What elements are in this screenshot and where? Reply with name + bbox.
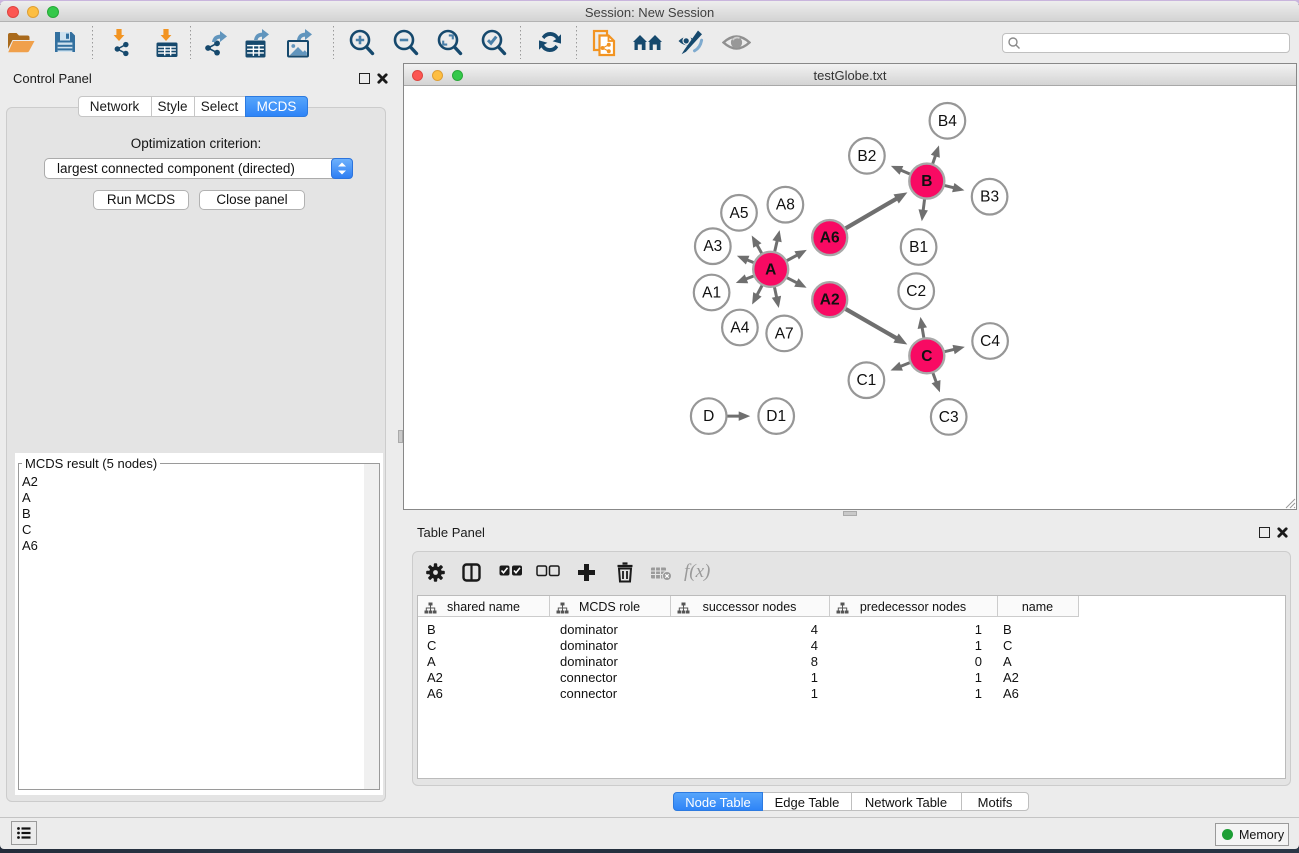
svg-text:A3: A3 [703, 238, 722, 255]
svg-text:A1: A1 [702, 285, 721, 302]
svg-text:A5: A5 [730, 205, 749, 222]
svg-text:C4: C4 [980, 333, 1000, 350]
svg-text:C: C [921, 348, 932, 365]
svg-text:A7: A7 [775, 325, 794, 342]
svg-text:C2: C2 [906, 283, 926, 300]
svg-text:A8: A8 [776, 197, 795, 214]
svg-text:D: D [703, 408, 714, 425]
svg-text:B: B [921, 173, 932, 190]
svg-text:B1: B1 [909, 239, 928, 256]
svg-text:B4: B4 [938, 113, 957, 130]
svg-text:B3: B3 [980, 189, 999, 206]
svg-text:A: A [765, 261, 776, 278]
svg-text:C3: C3 [939, 409, 959, 426]
svg-text:A2: A2 [820, 292, 840, 309]
svg-text:A4: A4 [730, 320, 749, 337]
svg-text:C1: C1 [856, 372, 876, 389]
svg-text:D1: D1 [766, 408, 786, 425]
svg-text:B2: B2 [857, 148, 876, 165]
svg-text:A6: A6 [820, 230, 840, 247]
